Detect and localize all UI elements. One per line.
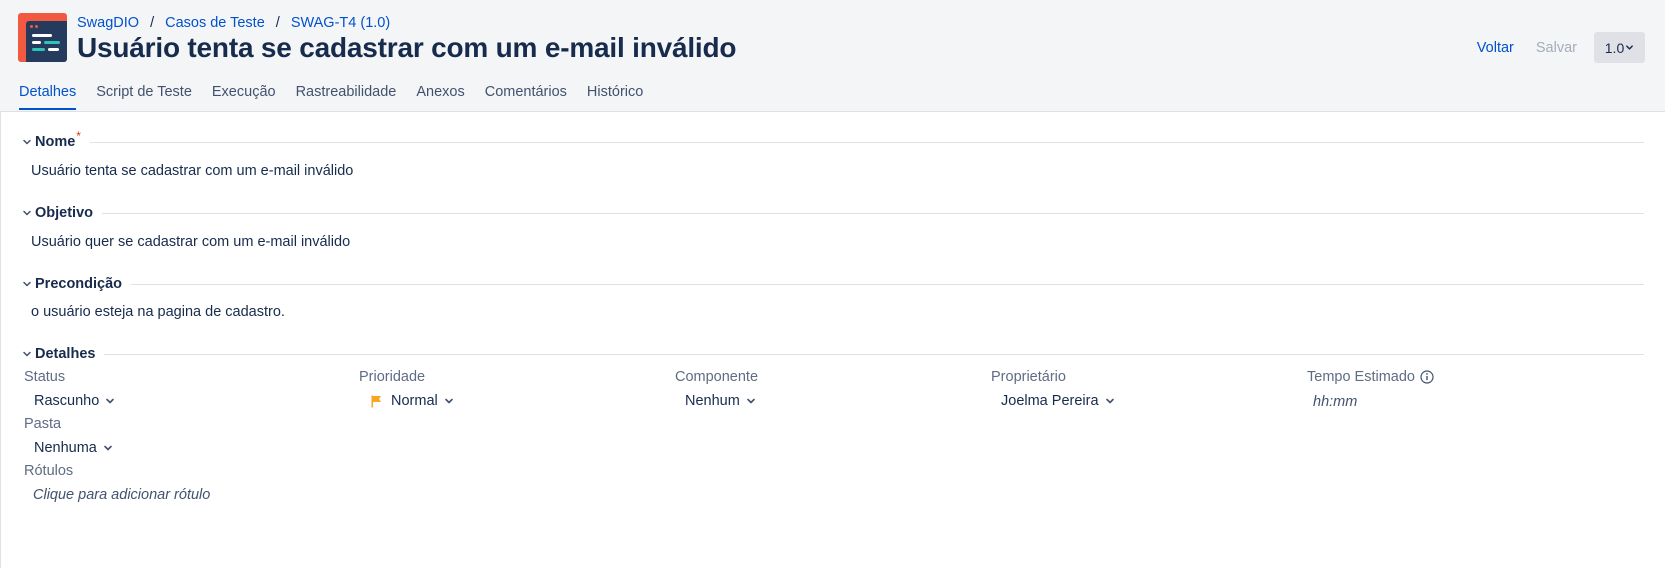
section-title: Objetivo	[35, 205, 94, 221]
divider	[104, 353, 1644, 355]
chevron-down-icon	[22, 349, 32, 359]
component-value: Nenhum	[685, 393, 740, 409]
tab-historico[interactable]: Histórico	[587, 84, 643, 110]
precondition-value[interactable]: o usuário esteja na pagina de cadastro.	[31, 304, 285, 320]
chevron-down-icon	[22, 137, 32, 147]
breadcrumb: SwagDIO / Casos de Teste / SWAG-T4 (1.0)	[77, 15, 390, 31]
chevron-down-icon	[22, 279, 32, 289]
folder-dropdown[interactable]: Nenhuma	[34, 440, 113, 456]
owner-dropdown[interactable]: Joelma Pereira	[1001, 393, 1115, 409]
divider	[102, 212, 1644, 214]
chevron-down-icon	[746, 396, 756, 406]
divider	[89, 141, 1644, 143]
section-header-detalhes[interactable]: Detalhes	[22, 346, 1644, 362]
owner-value: Joelma Pereira	[1001, 393, 1099, 409]
section-title: Detalhes	[35, 346, 96, 362]
breadcrumb-project-link[interactable]: SwagDIO	[77, 15, 139, 31]
chevron-down-icon	[103, 443, 113, 453]
tab-script-de-teste[interactable]: Script de Teste	[96, 84, 192, 110]
folder-value: Nenhuma	[34, 440, 97, 456]
section-header-precondicao[interactable]: Precondição	[22, 276, 1644, 292]
tab-comentarios[interactable]: Comentários	[485, 84, 567, 110]
estimate-label-row: Tempo Estimado	[1307, 369, 1434, 385]
chevron-down-icon	[105, 396, 115, 406]
app-logo-icon	[18, 13, 67, 62]
chevron-down-icon	[444, 396, 454, 406]
estimate-label: Tempo Estimado	[1307, 369, 1415, 385]
required-marker: *	[76, 129, 81, 143]
tab-execucao[interactable]: Execução	[212, 84, 276, 110]
component-dropdown[interactable]: Nenhum	[685, 393, 756, 409]
status-dropdown[interactable]: Rascunho	[34, 393, 115, 409]
tab-anexos[interactable]: Anexos	[416, 84, 464, 110]
tab-bar: Detalhes Script de Teste Execução Rastre…	[19, 84, 663, 110]
header-actions: Voltar Salvar 1.0	[1477, 32, 1645, 63]
priority-dropdown[interactable]: Normal	[371, 393, 454, 409]
estimate-input[interactable]: hh:mm	[1313, 394, 1357, 410]
section-header-objetivo[interactable]: Objetivo	[22, 205, 1644, 221]
priority-label: Prioridade	[359, 369, 426, 385]
breadcrumb-separator: /	[150, 15, 155, 31]
folder-label: Pasta	[24, 416, 62, 432]
status-label: Status	[24, 369, 66, 385]
breadcrumb-test-cases-link[interactable]: Casos de Teste	[165, 15, 265, 31]
name-value[interactable]: Usuário tenta se cadastrar com um e-mail…	[31, 163, 353, 179]
page-header: SwagDIO / Casos de Teste / SWAG-T4 (1.0)…	[0, 0, 1665, 112]
version-label: 1.0	[1604, 39, 1625, 56]
status-value: Rascunho	[34, 393, 100, 409]
content-border	[0, 112, 1, 568]
breadcrumb-test-case-link[interactable]: SWAG-T4 (1.0)	[291, 15, 390, 31]
back-button[interactable]: Voltar	[1477, 40, 1514, 56]
priority-value: Normal	[391, 393, 438, 409]
save-button[interactable]: Salvar	[1536, 40, 1577, 56]
labels-label: Rótulos	[24, 463, 74, 479]
page-title: Usuário tenta se cadastrar com um e-mail…	[77, 32, 737, 63]
labels-input[interactable]: Clique para adicionar rótulo	[33, 487, 210, 503]
section-header-nome[interactable]: Nome *	[22, 129, 1644, 150]
section-title: Nome	[35, 134, 76, 150]
breadcrumb-separator: /	[275, 15, 280, 31]
tab-rastreabilidade[interactable]: Rastreabilidade	[296, 84, 397, 110]
divider	[131, 283, 1644, 285]
chevron-down-icon	[1105, 396, 1115, 406]
component-label: Componente	[675, 369, 759, 385]
flag-icon	[371, 395, 382, 408]
objective-value[interactable]: Usuário quer se cadastrar com um e-mail …	[31, 234, 350, 250]
chevron-down-icon	[1625, 43, 1634, 52]
section-title: Precondição	[35, 276, 123, 292]
tab-detalhes[interactable]: Detalhes	[19, 84, 77, 110]
chevron-down-icon	[22, 208, 32, 218]
owner-label: Proprietário	[991, 369, 1066, 385]
info-icon[interactable]	[1420, 370, 1434, 384]
version-dropdown[interactable]: 1.0	[1594, 32, 1645, 63]
